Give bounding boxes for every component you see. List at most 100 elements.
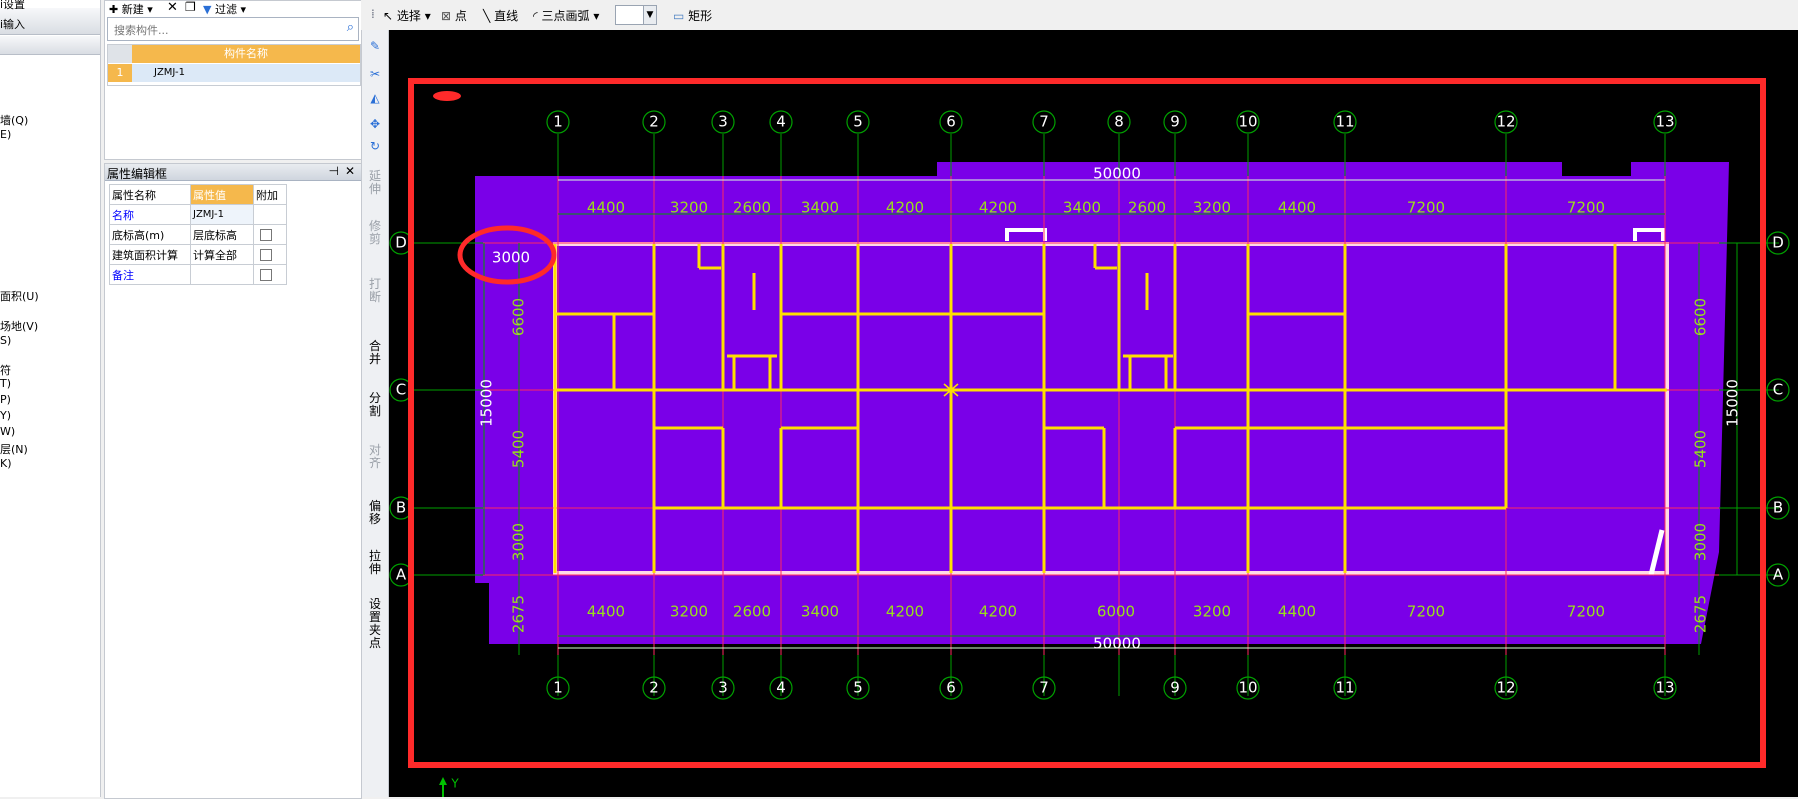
new-component-button[interactable]: ✚ 新建 ▾	[109, 1, 153, 17]
dim-bottom: 4200	[979, 603, 1017, 621]
dim-left: 6600	[510, 298, 528, 336]
close-icon[interactable]: ✕	[345, 164, 355, 178]
line-tool[interactable]: ╲ 直线	[483, 7, 518, 24]
line-icon: ╲	[483, 9, 491, 23]
property-name: 建筑面积计算	[109, 244, 191, 265]
component-name: JZMJ-1	[154, 67, 185, 78]
component-row[interactable]: 1 JZMJ-1	[108, 64, 360, 82]
copy-icon[interactable]: ❐	[185, 0, 196, 14]
nav-item[interactable]: P)	[0, 393, 11, 406]
delete-icon[interactable]: ✕	[167, 0, 178, 15]
dim-total-top: 50000	[1093, 165, 1141, 183]
arc-mode-dropdown[interactable]: ▼	[615, 5, 657, 25]
nav-item[interactable]: 场地(V)	[0, 318, 38, 334]
nav-item[interactable]: 墙(Q)	[0, 112, 28, 128]
property-value[interactable]: 层底标高	[190, 224, 254, 245]
dim-bottom: 3200	[1193, 603, 1231, 621]
axis-label-top: 1	[553, 113, 563, 131]
property-panel-title: 属性编辑框	[107, 167, 168, 181]
axis-label-right: B	[1773, 499, 1783, 517]
brush-icon[interactable]: ✎	[365, 40, 385, 53]
axis-label-bottom: 13	[1655, 679, 1674, 697]
filter-button[interactable]: ▼ 过滤 ▾	[203, 1, 246, 17]
dim-top: 4200	[979, 199, 1017, 217]
dim-top: 3400	[1063, 199, 1101, 217]
tool-5[interactable]: 对齐	[365, 444, 385, 470]
tool-6[interactable]: 偏移	[365, 500, 385, 526]
dim-right-total: 15000	[1724, 379, 1742, 427]
nav-item[interactable]: T)	[0, 377, 11, 390]
point-tool[interactable]: ⊠ 点	[441, 7, 467, 24]
tool-1[interactable]: 修剪	[365, 220, 385, 246]
nav-item[interactable]: S)	[0, 334, 11, 347]
tool-3[interactable]: 合并	[365, 340, 385, 366]
column-header-name[interactable]: 构件名称	[132, 45, 360, 63]
tool-7[interactable]: 拉伸	[365, 550, 385, 576]
axis-label-top: 13	[1655, 113, 1674, 131]
arc-tool[interactable]: ◜ 三点画弧 ▾	[533, 7, 599, 24]
attach-checkbox[interactable]	[260, 229, 272, 241]
axis-label-bottom: 9	[1170, 679, 1180, 697]
header-extra: 附加	[253, 184, 287, 205]
axis-label-left: A	[396, 566, 407, 584]
dim-bottom: 4400	[587, 603, 625, 621]
dim-bottom: 7200	[1407, 603, 1445, 621]
nav-band	[0, 36, 100, 55]
property-header-row: 属性名称 属性值 附加	[109, 184, 287, 205]
property-extra	[253, 204, 287, 225]
axis-label-top: 2	[649, 113, 659, 131]
ucs-label: Y	[450, 777, 459, 791]
axis-label-right: A	[1773, 566, 1784, 584]
axis-label-left: D	[395, 234, 407, 252]
property-value[interactable]: JZMJ-1	[190, 204, 254, 225]
axis-label-top: 9	[1170, 113, 1180, 131]
rectangle-tool[interactable]: ▭ 矩形	[673, 7, 712, 24]
scissors-icon[interactable]: ✂	[365, 68, 385, 81]
axis-label-bottom: 10	[1238, 679, 1257, 697]
attach-checkbox[interactable]	[260, 269, 272, 281]
header-value: 属性值	[190, 184, 254, 205]
nav-item[interactable]: i输入	[0, 16, 25, 32]
move-icon[interactable]: ✥	[365, 118, 385, 131]
tool-2[interactable]: 打断	[365, 278, 385, 304]
search-input[interactable]	[112, 20, 336, 40]
axis-label-bottom: 12	[1496, 679, 1515, 697]
tool-8[interactable]: 设置夹点	[365, 598, 385, 650]
nav-item[interactable]: 符	[0, 362, 11, 378]
dim-top: 2600	[733, 199, 771, 217]
nav-item[interactable]: K)	[0, 457, 12, 470]
search-icon[interactable]: ⌕	[347, 20, 354, 35]
cad-drawing[interactable]: 50000500004400 3200 2600 3400 4200 4200 3400 26…	[389, 30, 1798, 797]
property-panel: 属性编辑框 ⊣ ✕ 属性名称 属性值 附加 名称 JZMJ-1 底标高(m) 层…	[104, 163, 362, 799]
rotate-icon[interactable]: ↻	[365, 140, 385, 153]
axis-label-top: 12	[1496, 113, 1515, 131]
tool-4[interactable]: 分割	[365, 392, 385, 418]
attach-checkbox[interactable]	[260, 249, 272, 261]
chevron-down-icon: ▼	[643, 6, 656, 24]
dim-left: 5400	[510, 430, 528, 468]
property-value[interactable]: 计算全部	[190, 244, 254, 265]
nav-item[interactable]: 面积(U)	[0, 288, 39, 304]
nav-item[interactable]: 层(N)	[0, 441, 28, 457]
property-name: 名称	[109, 204, 191, 225]
nav-item[interactable]: Y)	[0, 409, 11, 422]
nav-item[interactable]: i设置	[0, 0, 25, 12]
axis-label-top: 4	[776, 113, 786, 131]
dim-bottom: 3400	[801, 603, 839, 621]
dim-left: 3000	[492, 249, 530, 267]
nav-item[interactable]: W)	[0, 425, 15, 438]
dim-right: 2675	[1692, 595, 1710, 633]
property-value[interactable]	[190, 264, 254, 285]
select-tool[interactable]: ↖ 选择 ▾	[383, 7, 431, 24]
axis-label-bottom: 2	[649, 679, 659, 697]
dim-right: 6600	[1692, 298, 1710, 336]
dim-left-total: 15000	[478, 379, 496, 427]
drawing-canvas[interactable]: 50000 50000 4400 3200 2600 3400 4200 4200 3400 26…	[389, 30, 1798, 797]
mirror-icon[interactable]: ◭	[365, 92, 385, 105]
dim-top: 7200	[1567, 199, 1605, 217]
nav-item[interactable]: E)	[0, 128, 11, 141]
pin-icon[interactable]: ⊣	[329, 164, 339, 178]
tool-0[interactable]: 延伸	[365, 170, 385, 196]
property-row: 备注	[109, 264, 287, 285]
property-row: 名称 JZMJ-1	[109, 204, 287, 225]
